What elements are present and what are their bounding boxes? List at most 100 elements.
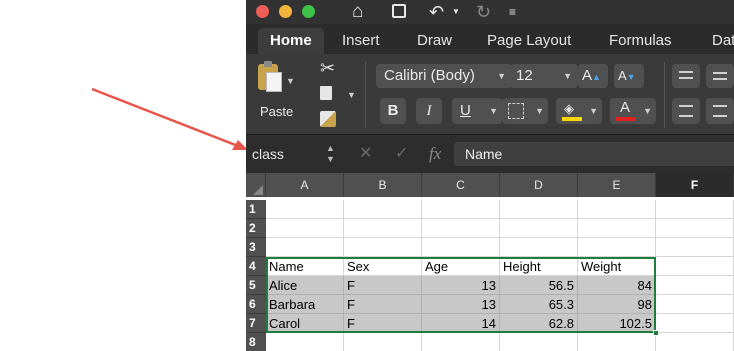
cell-d8[interactable]	[500, 333, 578, 351]
undo-dropdown-icon[interactable]: ▼	[452, 1, 460, 23]
paste-dropdown-icon[interactable]: ▼	[286, 76, 295, 86]
cell-c5[interactable]: 13	[422, 276, 500, 295]
column-header-b[interactable]: B	[344, 173, 422, 197]
shrink-font-button[interactable]: A▼	[614, 64, 644, 88]
copy-icon[interactable]	[320, 86, 332, 100]
cell-a8[interactable]	[266, 333, 344, 351]
font-color-button[interactable]: A ▼	[610, 98, 656, 124]
underline-button[interactable]: U ▼	[452, 98, 502, 124]
row-header-3[interactable]: 3	[246, 238, 266, 257]
home-icon[interactable]: ⌂	[352, 1, 363, 23]
column-header-a[interactable]: A	[266, 173, 344, 197]
cell-e4[interactable]: Weight	[578, 257, 656, 276]
cell-e5[interactable]: 84	[578, 276, 656, 295]
cell-e7[interactable]: 102.5	[578, 314, 656, 333]
cell-c1[interactable]	[422, 200, 500, 219]
cell-a2[interactable]	[266, 219, 344, 238]
tab-page-layout[interactable]: Page Layout	[487, 28, 571, 54]
cell-e1[interactable]	[578, 200, 656, 219]
align-middle-button[interactable]	[706, 64, 734, 88]
tab-data[interactable]: Dat	[712, 28, 734, 54]
cell-d6[interactable]: 65.3	[500, 295, 578, 314]
tab-formulas[interactable]: Formulas	[609, 28, 672, 54]
cell-e6[interactable]: 98	[578, 295, 656, 314]
row-header-1[interactable]: 1	[246, 200, 266, 219]
column-header-d[interactable]: D	[500, 173, 578, 197]
row-header-5[interactable]: 5	[246, 276, 266, 295]
select-all-corner[interactable]	[246, 173, 266, 197]
copy-dropdown-icon[interactable]: ▼	[347, 90, 356, 100]
name-box[interactable]: class	[252, 135, 284, 173]
save-icon[interactable]	[392, 4, 406, 18]
cell-a1[interactable]	[266, 200, 344, 219]
cell-c6[interactable]: 13	[422, 295, 500, 314]
align-left-button[interactable]	[672, 98, 700, 124]
zoom-window-button[interactable]	[302, 5, 315, 18]
cell-d5[interactable]: 56.5	[500, 276, 578, 295]
cell-c2[interactable]	[422, 219, 500, 238]
tab-draw[interactable]: Draw	[417, 28, 452, 54]
cell-d2[interactable]	[500, 219, 578, 238]
cell-b4[interactable]: Sex	[344, 257, 422, 276]
formula-input[interactable]: Name	[454, 142, 734, 166]
align-center-button[interactable]	[706, 98, 734, 124]
name-box-stepper-icon[interactable]: ▲ ▼	[326, 143, 335, 165]
cell-d7[interactable]: 62.8	[500, 314, 578, 333]
cell-f2[interactable]	[656, 219, 734, 238]
cell-f6[interactable]	[656, 295, 734, 314]
cell-f1[interactable]	[656, 200, 734, 219]
align-top-button[interactable]	[672, 64, 700, 88]
cell-f3[interactable]	[656, 238, 734, 257]
cell-c3[interactable]	[422, 238, 500, 257]
minimize-window-button[interactable]	[279, 5, 292, 18]
insert-function-icon[interactable]: fx	[429, 135, 441, 173]
cell-d4[interactable]: Height	[500, 257, 578, 276]
column-header-f[interactable]: F	[656, 173, 734, 197]
row-header-2[interactable]: 2	[246, 219, 266, 238]
bold-button[interactable]: B	[380, 98, 406, 124]
font-name-dropdown[interactable]: Calibri (Body) ▼	[376, 64, 512, 88]
column-header-c[interactable]: C	[422, 173, 500, 197]
cell-b7[interactable]: F	[344, 314, 422, 333]
fill-color-button[interactable]: ◈ ▼	[556, 98, 602, 124]
tab-home[interactable]: Home	[258, 28, 324, 54]
cell-c4[interactable]: Age	[422, 257, 500, 276]
row-header-6[interactable]: 6	[246, 295, 266, 314]
cell-d1[interactable]	[500, 200, 578, 219]
cell-c7[interactable]: 14	[422, 314, 500, 333]
cell-f4[interactable]	[656, 257, 734, 276]
cancel-icon[interactable]: ✕	[359, 135, 372, 173]
cell-f5[interactable]	[656, 276, 734, 295]
cut-icon[interactable]: ✂	[320, 58, 335, 79]
cell-c8[interactable]	[422, 333, 500, 351]
format-painter-icon[interactable]	[320, 111, 336, 127]
cell-a4[interactable]: Name	[266, 257, 344, 276]
fill-handle[interactable]	[653, 330, 659, 336]
tab-insert[interactable]: Insert	[342, 28, 380, 54]
cell-e8[interactable]	[578, 333, 656, 351]
paste-button[interactable]: ▼ Paste	[256, 60, 298, 128]
undo-icon[interactable]: ↶	[429, 1, 444, 23]
cell-a7[interactable]: Carol	[266, 314, 344, 333]
row-header-7[interactable]: 7	[246, 314, 266, 333]
cell-a5[interactable]: Alice	[266, 276, 344, 295]
enter-icon[interactable]: ✓	[395, 135, 408, 173]
column-header-e[interactable]: E	[578, 173, 656, 197]
grow-font-button[interactable]: A▲	[578, 64, 608, 88]
customize-toolbar-icon[interactable]: ≡	[509, 1, 516, 23]
borders-button[interactable]: ▼	[502, 98, 548, 124]
row-header-8[interactable]: 8	[246, 333, 266, 351]
cell-b8[interactable]	[344, 333, 422, 351]
cell-a6[interactable]: Barbara	[266, 295, 344, 314]
cell-e2[interactable]	[578, 219, 656, 238]
row-header-4[interactable]: 4	[246, 257, 266, 276]
cell-b1[interactable]	[344, 200, 422, 219]
cell-f8[interactable]	[656, 333, 734, 351]
cell-d3[interactable]	[500, 238, 578, 257]
cell-b2[interactable]	[344, 219, 422, 238]
cell-a3[interactable]	[266, 238, 344, 257]
italic-button[interactable]: I	[416, 98, 442, 124]
cell-e3[interactable]	[578, 238, 656, 257]
font-size-dropdown[interactable]: 12 ▼	[510, 64, 578, 88]
close-window-button[interactable]	[256, 5, 269, 18]
